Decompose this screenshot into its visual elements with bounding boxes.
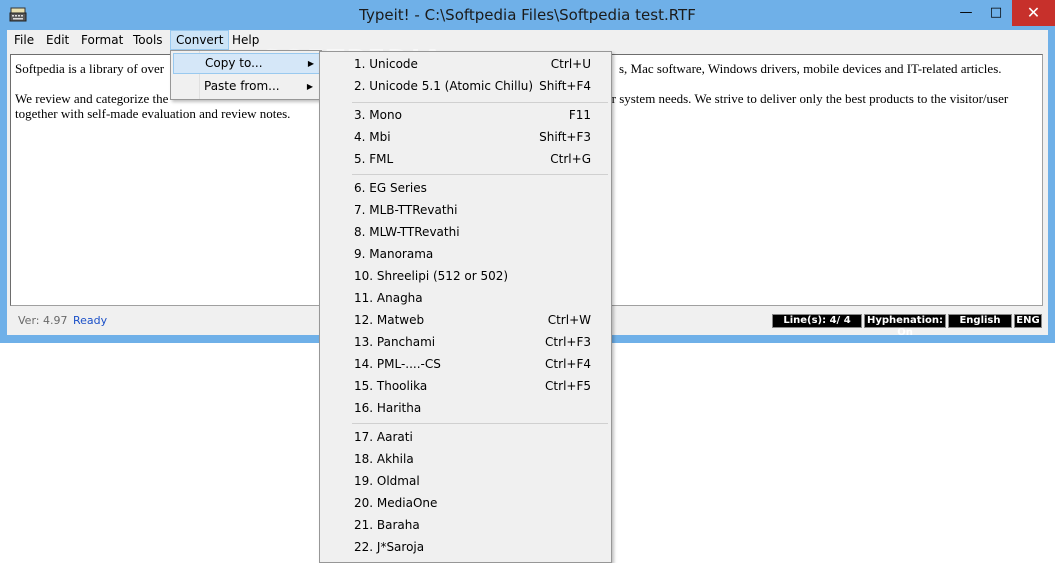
option-label: 5. FML [354,152,394,166]
option-label: 7. MLB-TTRevathi [354,203,458,217]
option-shortcut: Ctrl+W [547,313,591,327]
copy-to-option[interactable]: 20. MediaOne [322,492,609,514]
menu-tools[interactable]: Tools [133,30,163,50]
menu-separator [352,423,608,424]
paste-from-item[interactable]: Paste from... ▶ [173,76,319,97]
copy-to-option[interactable]: 19. Oldmal [322,470,609,492]
option-label: 21. Baraha [354,518,420,532]
option-label: 22. J*Saroja [354,540,425,554]
option-label: 19. Oldmal [354,474,420,488]
option-shortcut: Ctrl+U [550,57,591,71]
window-title: Typeit! - C:\Softpedia Files\Softpedia t… [359,6,696,24]
menu-format[interactable]: Format [81,30,123,50]
option-shortcut: Shift+F3 [539,130,591,144]
option-label: 16. Haritha [354,401,422,415]
option-label: 20. MediaOne [354,496,438,510]
minimize-button[interactable]: — [955,0,977,26]
menu-edit[interactable]: Edit [46,30,69,50]
copy-to-option[interactable]: 4. Mbi Shift+F3 [322,126,609,148]
chevron-right-icon: ▶ [306,82,313,91]
option-shortcut: Ctrl+F5 [545,379,591,393]
option-label: 13. Panchami [354,335,436,349]
copy-to-option[interactable]: 7. MLB-TTRevathi [322,199,609,221]
menu-convert[interactable]: Convert [170,30,230,50]
status-text: Ready [73,314,108,327]
copy-to-option[interactable]: 9. Manorama [322,243,609,265]
option-shortcut: Ctrl+F4 [545,357,591,371]
doc-line-1-start: Softpedia is a library of over [15,61,165,76]
copy-to-option[interactable]: 16. Haritha [322,397,609,419]
copy-to-option[interactable]: 5. FML Ctrl+G [322,148,609,170]
title-bar[interactable]: Typeit! - C:\Softpedia Files\Softpedia t… [0,0,1055,31]
menu-file[interactable]: File [14,30,34,50]
copy-to-option[interactable]: 6. EG Series [322,177,609,199]
option-label: 17. Aarati [354,430,413,444]
convert-menu: Copy to... ▶ Paste from... ▶ [170,50,322,100]
copy-to-option[interactable]: 22. J*Saroja [322,536,609,558]
copy-to-option[interactable]: 15. Thoolika Ctrl+F5 [322,375,609,397]
doc-line-1-end: s, Mac software, Windows drivers, mobile… [619,61,1002,76]
option-shortcut: F11 [568,108,591,122]
option-label: 15. Thoolika [354,379,428,393]
option-label: 18. Akhila [354,452,414,466]
copy-to-submenu: 1. Unicode Ctrl+U 2. Unicode 5.1 (Atomic … [319,51,612,563]
copy-to-option[interactable]: 18. Akhila [322,448,609,470]
copy-to-option[interactable]: 3. Mono F11 [322,104,609,126]
option-label: 1. Unicode [354,57,418,71]
option-label: 9. Manorama [354,247,434,261]
doc-line-3: together with self-made evaluation and r… [15,106,291,121]
copy-to-option[interactable]: 17. Aarati [322,426,609,448]
lines-indicator: Line(s): 4/ 4 [772,314,862,328]
maximize-button[interactable]: □ [985,0,1007,26]
copy-to-option[interactable]: 12. Matweb Ctrl+W [322,309,609,331]
doc-line-2-start: We review and categorize the [15,91,169,106]
copy-to-option[interactable]: 2. Unicode 5.1 (Atomic Chillu) Shift+F4 [322,75,609,97]
menu-bar: File Edit Format Tools Convert Help [7,30,1048,50]
copy-to-option[interactable]: 21. Baraha [322,514,609,536]
copy-to-option[interactable]: 13. Panchami Ctrl+F3 [322,331,609,353]
option-shortcut: Ctrl+F3 [545,335,591,349]
option-label: 14. PML-....-CS [354,357,441,371]
menu-help[interactable]: Help [232,30,259,50]
doc-line-2-end: ir system needs. We strive to deliver on… [608,91,1009,106]
option-label: 12. Matweb [354,313,425,327]
option-shortcut: Shift+F4 [539,79,591,93]
option-label: 3. Mono [354,108,402,122]
close-button[interactable]: ✕ [1012,0,1055,26]
option-label: 2. Unicode 5.1 (Atomic Chillu) [354,79,534,93]
language-indicator[interactable]: English [948,314,1012,328]
option-label: 10. Shreelipi (512 or 502) [354,269,509,283]
copy-to-option[interactable]: 10. Shreelipi (512 or 502) [322,265,609,287]
copy-to-label: Copy to... [205,56,263,70]
menu-separator [352,174,608,175]
paste-from-label: Paste from... [204,79,280,93]
keyboard-indicator[interactable]: ENG [1014,314,1042,328]
copy-to-option[interactable]: 1. Unicode Ctrl+U [322,53,609,75]
copy-to-option[interactable]: 8. MLW-TTRevathi [322,221,609,243]
hyphenation-indicator[interactable]: Hyphenation: On [864,314,946,338]
option-label: 11. Anagha [354,291,423,305]
copy-to-option[interactable]: 11. Anagha [322,287,609,309]
menu-separator [352,102,608,103]
version-label: Ver: 4.97 [18,314,68,327]
chevron-right-icon: ▶ [307,59,314,68]
copy-to-option[interactable]: 14. PML-....-CS Ctrl+F4 [322,353,609,375]
option-label: 8. MLW-TTRevathi [354,225,460,239]
option-label: 4. Mbi [354,130,391,144]
option-shortcut: Ctrl+G [550,152,591,166]
option-label: 6. EG Series [354,181,427,195]
copy-to-item[interactable]: Copy to... ▶ [173,53,321,74]
